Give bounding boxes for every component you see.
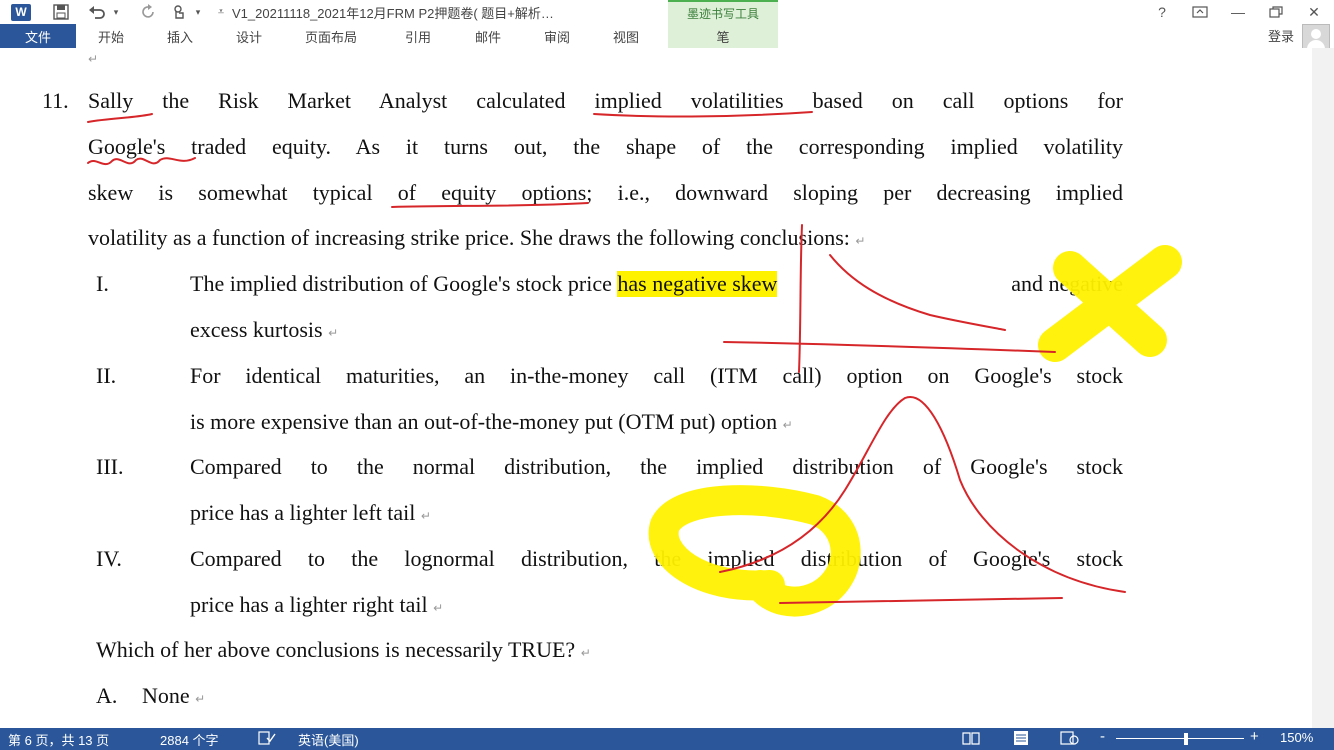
question-prompt-text: Which of her above conclusions is necess… — [96, 637, 576, 662]
tab-insert[interactable]: 插入 — [167, 27, 193, 46]
language-indicator[interactable]: 英语(美国) — [298, 730, 359, 749]
word-app-icon[interactable]: W — [10, 2, 32, 22]
item-iv-line-2: price has a lighter right tail ↵ — [190, 592, 443, 618]
proofing-icon[interactable] — [258, 730, 276, 749]
option-a: None ↵ — [142, 683, 205, 709]
question-stem-line-4: volatility as a function of increasing s… — [88, 225, 865, 251]
document-title: V1_20211118_2021年12月FRM P2押题卷( 题目+解析… — [232, 6, 554, 21]
tab-view[interactable]: 视图 — [613, 27, 639, 46]
item-i-text-after: and negative — [1005, 271, 1123, 296]
item-i-highlighted-text: has negative skew — [617, 271, 778, 297]
ribbon-tab-bar: 文件 开始 插入 设计 页面布局 引用 邮件 审阅 视图 笔 登录 — [0, 24, 1334, 52]
paragraph-mark: ↵ — [855, 234, 866, 248]
item-ii-line-1: For identical maturities, an in-the-mone… — [190, 363, 1123, 388]
ink-tools-context-label: 墨迹书写工具 — [668, 0, 778, 24]
read-mode-icon[interactable] — [962, 730, 980, 749]
sign-in-link[interactable]: 登录 — [1268, 26, 1294, 45]
touch-mode-dropdown-icon[interactable]: ▾ — [192, 2, 204, 22]
web-layout-icon[interactable] — [1060, 730, 1080, 749]
close-button[interactable]: ✕ — [1296, 0, 1332, 24]
paragraph-mark: ↵ — [782, 418, 793, 432]
title-bar: W ▾ ▾ ⩡ V1_20211118_2021年12月FRM P2押题卷( 题… — [0, 0, 1334, 24]
item-iv-line-2-text: price has a lighter right tail — [190, 592, 428, 617]
item-i-text-before: The implied distribution of Google's sto… — [190, 271, 618, 296]
question-stem-line-4-text: volatility as a function of increasing s… — [88, 225, 850, 250]
item-ii-numeral: II. — [96, 363, 117, 388]
item-iii-line-1: Compared to the normal distribution, the… — [190, 454, 1123, 479]
item-iii-line-2-text: price has a lighter left tail — [190, 500, 416, 525]
zoom-slider-track[interactable] — [1116, 738, 1244, 739]
undo-icon[interactable] — [86, 2, 108, 22]
item-i-line-2: excess kurtosis ↵ — [190, 317, 338, 343]
tab-pen[interactable]: 笔 — [668, 24, 778, 48]
paragraph-mark: ↵ — [433, 601, 444, 615]
tab-page-layout[interactable]: 页面布局 — [305, 27, 357, 46]
option-a-text: None — [142, 683, 190, 708]
item-iv-line-1: Compared to the lognormal distribution, … — [190, 546, 1123, 571]
paragraph-mark: ↵ — [580, 646, 591, 660]
page-count[interactable]: 第 6 页，共 13 页 — [8, 730, 109, 749]
minimize-button[interactable]: — — [1220, 0, 1256, 24]
print-layout-icon[interactable] — [1012, 730, 1030, 749]
question-stem-line-3: skew is somewhat typical of equity optio… — [88, 180, 1123, 205]
word-count[interactable]: 2884 个字 — [160, 730, 219, 749]
tab-home[interactable]: 开始 — [98, 27, 124, 46]
tab-file[interactable]: 文件 — [0, 24, 76, 48]
option-a-letter: A. — [96, 683, 118, 708]
item-iii-line-2: price has a lighter left tail ↵ — [190, 500, 431, 526]
tab-design[interactable]: 设计 — [236, 27, 262, 46]
zoom-slider-thumb[interactable] — [1184, 733, 1189, 745]
tab-review[interactable]: 审阅 — [544, 27, 570, 46]
item-ii-line-2-text: is more expensive than an out-of-the-mon… — [190, 409, 778, 434]
question-stem-line-2: Google's traded equity. As it turns out,… — [88, 134, 1123, 159]
vertical-scrollbar[interactable] — [1312, 48, 1334, 728]
undo-dropdown-icon[interactable]: ▾ — [110, 2, 122, 22]
help-button[interactable]: ? — [1144, 0, 1180, 24]
item-iii-numeral: III. — [96, 454, 124, 479]
item-iv-numeral: IV. — [96, 546, 122, 571]
customize-qat-icon[interactable]: ⩡ — [214, 2, 228, 22]
tab-mailings[interactable]: 邮件 — [475, 27, 501, 46]
touch-mode-icon[interactable] — [168, 2, 190, 22]
item-ii-line-2: is more expensive than an out-of-the-mon… — [190, 409, 793, 435]
paragraph-mark: ↵ — [88, 52, 99, 66]
tab-references[interactable]: 引用 — [405, 27, 431, 46]
zoom-in-button[interactable]: + — [1250, 728, 1259, 745]
paragraph-mark: ↵ — [195, 692, 206, 706]
question-prompt: Which of her above conclusions is necess… — [96, 637, 591, 663]
question-stem-line-1: Sally the Risk Market Analyst calculated… — [88, 88, 1123, 113]
document-page[interactable]: ↵ 11. Sally the Risk Market Analyst calc… — [0, 48, 1312, 728]
item-i-line-2-text: excess kurtosis — [190, 317, 323, 342]
status-bar: 第 6 页，共 13 页 2884 个字 英语(美国) - + 150% — [0, 728, 1334, 750]
paragraph-mark: ↵ — [328, 326, 339, 340]
paragraph-mark: ↵ — [420, 509, 431, 523]
restore-button[interactable] — [1258, 0, 1294, 24]
redo-icon[interactable] — [138, 2, 160, 22]
zoom-level[interactable]: 150% — [1280, 730, 1313, 745]
save-icon[interactable] — [50, 2, 72, 22]
question-number: 11. — [42, 88, 69, 113]
zoom-out-button[interactable]: - — [1100, 728, 1105, 745]
ribbon-display-options-button[interactable] — [1182, 0, 1218, 24]
item-i-numeral: I. — [96, 271, 109, 296]
item-i-line-1: The implied distribution of Google's sto… — [190, 271, 1123, 297]
